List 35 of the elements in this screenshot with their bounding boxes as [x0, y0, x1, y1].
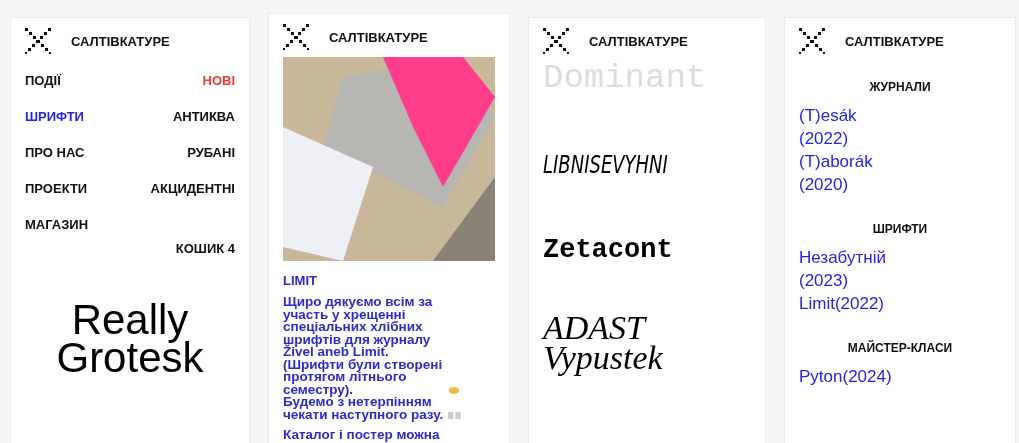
brand-name[interactable]: САЛТІВКАТУРЕ: [589, 33, 688, 49]
nav-link[interactable]: ПРОЕКТИ: [25, 180, 89, 197]
category-link[interactable]: НОВІ: [202, 72, 235, 89]
category-link[interactable]: АКЦИДЕНТНІ: [150, 180, 235, 197]
nav-link[interactable]: ШРИФТИ: [25, 108, 89, 125]
cross-dots-icon[interactable]: [799, 28, 825, 54]
nav-link[interactable]: ПРО НАС: [25, 144, 89, 161]
brand-name[interactable]: САЛТІВКАТУРЕ: [845, 33, 944, 49]
post-text: Щиро дякуємо всім за участь у хрещенні спеціальних хлібних шрифтів для журналу Živel aneb Limit.: [283, 296, 434, 359]
cross-dots-icon[interactable]: [25, 28, 51, 54]
archive-link[interactable]: Limit(2022): [799, 292, 889, 315]
font-name-link[interactable]: Zetacont: [543, 235, 751, 265]
section-heading: ШРИФТИ: [871, 222, 929, 236]
brand-name[interactable]: САЛТІВКАТУРЕ: [329, 29, 428, 45]
font-name-link[interactable]: LIBNISEVYHNI: [543, 150, 687, 179]
post-text: Каталог і постер можна: [283, 429, 440, 442]
brand-name[interactable]: САЛТІВКАТУРЕ: [71, 33, 170, 49]
cart-link[interactable]: КОШИК 4: [175, 240, 235, 257]
archive-link[interactable]: (T)esák (2022): [799, 104, 889, 150]
post-title[interactable]: LIMIT: [283, 273, 495, 288]
cross-dots-icon[interactable]: [543, 28, 569, 54]
nav-link[interactable]: ПОДІЇ: [25, 72, 89, 89]
category-link[interactable]: РУБАНІ: [187, 144, 235, 161]
archive-link[interactable]: Незабутній (2023): [799, 246, 889, 292]
font-specimen: Really Grotesk: [55, 301, 205, 377]
archive-link[interactable]: (T)aborák (2020): [799, 150, 889, 196]
section-heading: ЖУРНАЛИ: [868, 80, 932, 94]
archive-link[interactable]: Pyton(2024): [799, 365, 889, 388]
post-text: Будемо з нетерпінням чекати наступного разу.: [283, 396, 445, 421]
category-link[interactable]: АНТИКВА: [172, 108, 235, 125]
post-text: (Шрифти були створені протягом літнього семестру).: [283, 358, 444, 396]
nav-link[interactable]: МАГАЗИН: [25, 216, 89, 233]
book-emoji-icon: [448, 411, 461, 420]
cross-dots-icon[interactable]: [283, 24, 309, 50]
section-heading: МАЙСТЕР-КЛАСИ: [846, 341, 954, 355]
